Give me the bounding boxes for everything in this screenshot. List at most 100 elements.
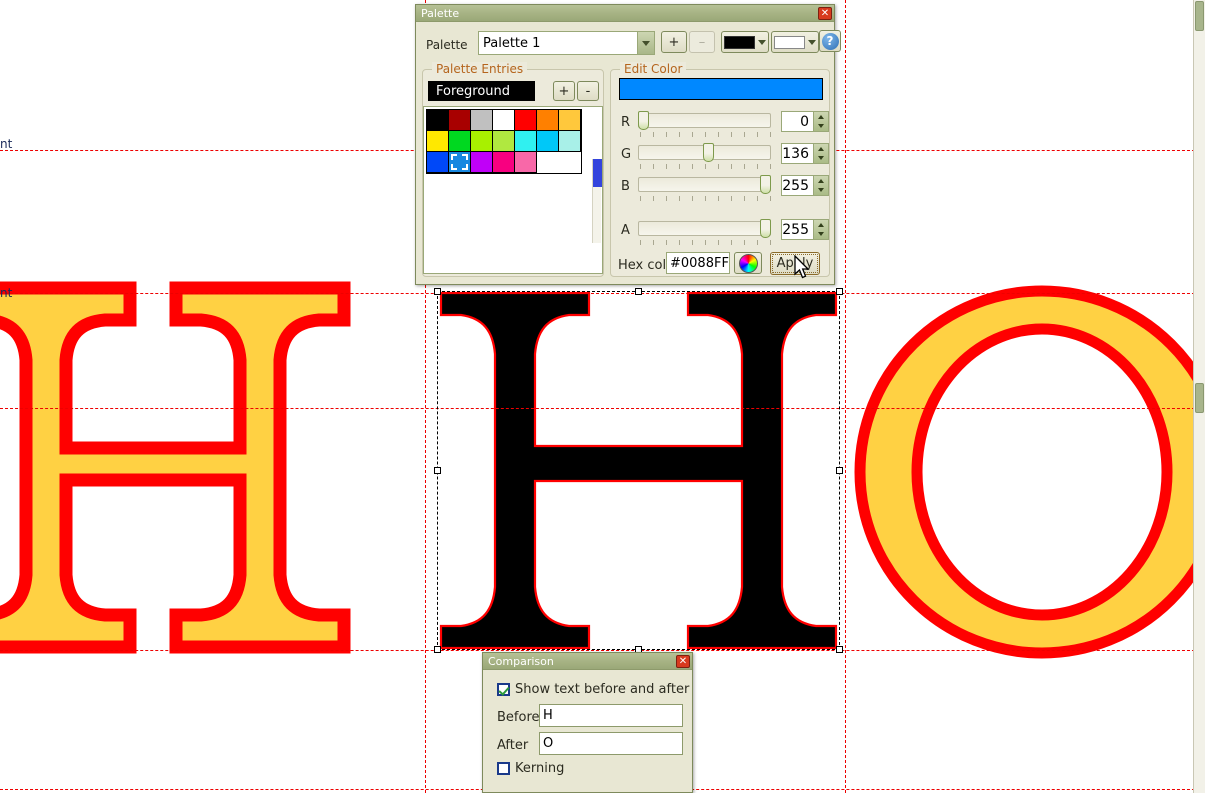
palette-swatch-list[interactable] [423,106,603,274]
palette-swatch-6[interactable] [559,110,581,131]
chevron-down-icon[interactable] [808,39,816,45]
show-text-checkbox[interactable] [497,683,510,696]
add-palette-button[interactable]: + [661,31,687,53]
handle-top-center[interactable] [635,288,642,295]
palette-window-title: Palette [421,6,460,20]
after-value: O [543,736,554,751]
spinner-arrows-g[interactable] [813,144,828,163]
before-input[interactable]: H [539,704,683,727]
slider-track-a[interactable] [638,221,771,236]
before-label: Before [497,710,540,725]
channel-value-r: 0 [800,113,809,130]
foreground-color-dropdown[interactable] [721,31,769,53]
palette-swatch-4[interactable] [515,110,537,131]
channel-spinner-b[interactable]: 255 [781,175,829,196]
spinner-arrows-r[interactable] [813,112,828,131]
channel-spinner-g[interactable]: 136 [781,143,829,164]
vertical-scrollbar[interactable] [1193,0,1205,793]
channel-label-b: B [621,179,630,194]
apply-button[interactable]: Apply [770,252,820,275]
channel-value-a: 255 [782,221,809,238]
handle-middle-right[interactable] [836,467,843,474]
spinner-arrows-a[interactable] [813,220,828,239]
show-text-row[interactable]: Show text before and after [497,682,747,697]
guide-label-ascent: nt [0,137,13,151]
palette-swatch-9[interactable] [471,131,493,152]
close-icon[interactable]: ✕ [676,654,690,668]
palette-swatch-17[interactable] [493,152,515,173]
slider-ticks-g [640,164,771,169]
spinner-arrows-b[interactable] [813,176,828,195]
slider-track-r[interactable] [638,113,771,128]
guide-cap-height [0,293,1205,294]
palette-swatch-7[interactable] [427,131,449,152]
palette-swatch-10[interactable] [493,131,515,152]
palette-swatch-8[interactable] [449,131,471,152]
background-color-dropdown[interactable] [771,31,819,53]
hex-color-input[interactable]: #0088FF [666,252,730,274]
comparison-titlebar[interactable]: Comparison ✕ [483,653,692,670]
palette-swatch-grid[interactable] [426,109,582,174]
slider-knob-r[interactable] [638,111,649,130]
glyph-H-selected[interactable] [437,291,840,650]
palette-swatch-11[interactable] [515,131,537,152]
palette-list-scroll-thumb[interactable] [593,159,602,187]
remove-entry-button[interactable]: - [577,81,599,101]
slider-knob-a[interactable] [760,219,771,238]
handle-bottom-right[interactable] [836,646,843,653]
palette-swatch-19 [537,152,559,173]
remove-palette-button[interactable]: – [689,31,715,53]
edit-color-group: Edit Color [610,62,830,277]
help-icon: ? [821,32,839,50]
edit-color-title: Edit Color [620,62,687,76]
palette-swatch-3[interactable] [493,110,515,131]
glyph-O-right[interactable] [850,283,1205,661]
palette-select[interactable]: Palette 1 [478,31,655,55]
scrollbar-thumb-top[interactable] [1195,1,1204,31]
add-entry-button[interactable]: + [553,81,575,101]
palette-swatch-16[interactable] [471,152,493,173]
channel-spinner-a[interactable]: 255 [781,219,829,240]
palette-swatch-5[interactable] [537,110,559,131]
palette-swatch-0[interactable] [427,110,449,131]
chevron-down-icon[interactable] [758,39,766,45]
handle-top-right[interactable] [836,288,843,295]
palette-swatch-2[interactable] [471,110,493,131]
palette-swatch-20 [559,152,581,173]
palette-swatch-12[interactable] [537,131,559,152]
palette-swatch-13[interactable] [559,131,581,152]
slider-track-b[interactable] [638,177,771,192]
after-input[interactable]: O [539,732,683,755]
palette-window[interactable]: Palette ✕ Palette Palette 1 + – ? Palett… [415,4,841,285]
color-wheel-button[interactable] [734,252,762,274]
close-icon[interactable]: ✕ [818,6,832,20]
palette-swatch-18[interactable] [515,152,537,173]
palette-swatch-1[interactable] [449,110,471,131]
edit-color-preview[interactable] [619,78,823,100]
channel-spinner-r[interactable]: 0 [781,111,829,132]
palette-select-label: Palette [426,38,468,52]
palette-titlebar[interactable]: Palette ✕ [416,5,834,22]
comparison-window[interactable]: Comparison ✕ Show text before and after … [482,652,693,793]
channel-label-r: R [621,115,631,130]
hex-color-label: Hex color [618,258,670,273]
handle-middle-left[interactable] [434,467,441,474]
slider-knob-b[interactable] [760,175,771,194]
help-button[interactable]: ? [819,30,841,52]
palette-swatch-15[interactable] [449,152,471,173]
slider-ticks-r [640,132,771,137]
palette-list-scrollbar[interactable] [592,159,602,243]
slider-knob-g[interactable] [703,143,714,162]
glyph-H-left[interactable] [0,280,430,655]
kerning-row[interactable]: Kerning [497,761,564,776]
scrollbar-thumb[interactable] [1195,383,1204,413]
handle-bottom-left[interactable] [434,646,441,653]
chevron-down-icon[interactable] [637,32,654,54]
after-label: After [497,738,529,753]
kerning-checkbox[interactable] [497,762,510,775]
foreground-entry-label[interactable]: Foreground [428,81,535,101]
handle-top-left[interactable] [434,288,441,295]
slider-ticks-b [640,196,771,201]
palette-entries-title: Palette Entries [432,62,528,76]
palette-swatch-14[interactable] [427,152,449,173]
